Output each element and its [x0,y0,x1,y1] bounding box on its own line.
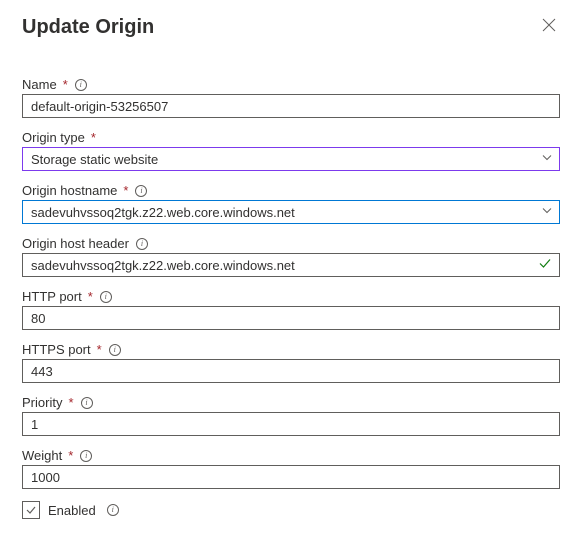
priority-input[interactable] [22,412,560,436]
http-port-input[interactable] [22,306,560,330]
info-icon[interactable]: i [81,397,93,409]
field-http-port: HTTP port * i [22,289,560,330]
enabled-checkbox[interactable] [22,501,40,519]
required-asterisk: * [123,183,128,198]
info-icon[interactable]: i [136,238,148,250]
origin-type-select[interactable]: Storage static website [22,147,560,171]
info-icon[interactable]: i [109,344,121,356]
field-host-header: Origin host header i [22,236,560,277]
required-asterisk: * [88,289,93,304]
info-icon[interactable]: i [80,450,92,462]
field-weight: Weight * i [22,448,560,489]
label-host-header: Origin host header i [22,236,560,251]
name-input[interactable] [22,94,560,118]
info-icon[interactable]: i [135,185,147,197]
weight-input[interactable] [22,465,560,489]
select-value: sadevuhvssoq2tgk.z22.web.core.windows.ne… [31,205,295,220]
select-value: Storage static website [31,152,158,167]
close-icon [542,18,556,32]
required-asterisk: * [97,342,102,357]
label-text: Weight [22,448,62,463]
https-port-input[interactable] [22,359,560,383]
label-weight: Weight * i [22,448,560,463]
label-text: Origin type [22,130,85,145]
label-text: Origin host header [22,236,129,251]
required-asterisk: * [63,77,68,92]
hostname-select[interactable]: sadevuhvssoq2tgk.z22.web.core.windows.ne… [22,200,560,224]
label-name: Name * i [22,77,560,92]
chevron-down-icon [541,152,553,167]
chevron-down-icon [541,205,553,220]
close-button[interactable] [538,16,560,38]
info-icon[interactable]: i [75,79,87,91]
label-priority: Priority * i [22,395,560,410]
label-text: Name [22,77,57,92]
label-text: Priority [22,395,62,410]
checkmark-icon [25,504,37,516]
field-enabled: Enabled i [22,501,560,519]
field-origin-type: Origin type * Storage static website [22,130,560,171]
label-https-port: HTTPS port * i [22,342,560,357]
field-priority: Priority * i [22,395,560,436]
label-text: HTTPS port [22,342,91,357]
required-asterisk: * [68,395,73,410]
panel-title: Update Origin [22,16,154,39]
label-hostname: Origin hostname * i [22,183,560,198]
field-hostname: Origin hostname * i sadevuhvssoq2tgk.z22… [22,183,560,224]
required-asterisk: * [91,130,96,145]
label-text: Origin hostname [22,183,117,198]
panel-header: Update Origin [22,16,560,39]
field-name: Name * i [22,77,560,118]
label-origin-type: Origin type * [22,130,560,145]
host-header-input[interactable] [22,253,560,277]
label-http-port: HTTP port * i [22,289,560,304]
enabled-label: Enabled [48,503,96,518]
field-https-port: HTTPS port * i [22,342,560,383]
info-icon[interactable]: i [100,291,112,303]
required-asterisk: * [68,448,73,463]
label-text: HTTP port [22,289,82,304]
info-icon[interactable]: i [107,504,119,516]
